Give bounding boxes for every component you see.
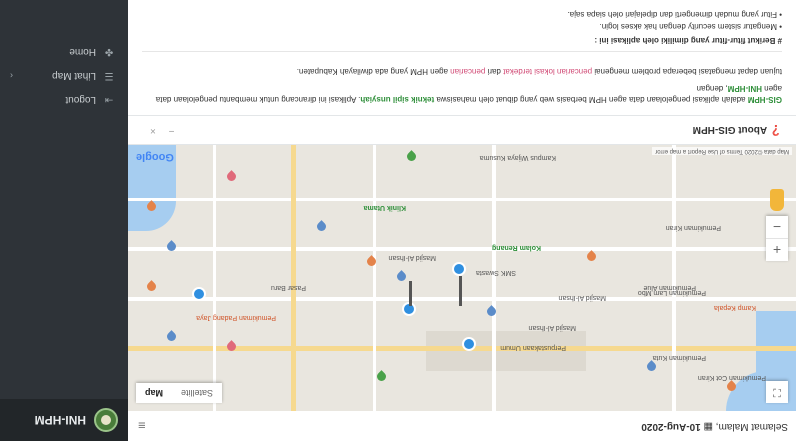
map-label: Perpustakaan Umum — [500, 344, 566, 351]
map-label: Pemukiman Kuta — [652, 354, 706, 361]
road — [373, 145, 376, 411]
agent-marker[interactable] — [452, 262, 466, 276]
top-bar: Selamat Malam, ▦ 10-Aug-2020 ≡ — [128, 410, 796, 441]
map-button[interactable]: Map — [136, 383, 172, 403]
map-label: Pemukiman Lam Mbo — [637, 289, 706, 296]
greeting-text: Selamat Malam, — [712, 421, 788, 432]
about-header: ❓ About GIS-HPM − × — [128, 115, 796, 145]
map-label: Kamp Kepala — [713, 304, 756, 311]
dashboard-icon: ✤ — [104, 46, 114, 58]
purpose-a: tujuan dapat mengatasi beberapa problem … — [592, 67, 782, 76]
sidebar-item-home[interactable]: ✤ Home — [0, 40, 128, 64]
calendar-icon: ▦ — [703, 421, 713, 432]
about-panel: ❓ About GIS-HPM − × GIS-HPM adalah aplik… — [128, 0, 796, 145]
zoom-out-button[interactable]: − — [766, 216, 788, 239]
purpose-d: pencarian — [450, 67, 486, 76]
zoom-in-button[interactable]: + — [766, 239, 788, 261]
fullscreen-button[interactable]: ⛶ — [766, 381, 788, 403]
agent-marker[interactable] — [192, 287, 206, 301]
purpose-e: agen HPM yang ada diwilayah Kabupaten. — [296, 67, 451, 76]
agent-marker[interactable] — [395, 270, 408, 283]
feature-text: Mengatur sistem security dengan hak akse… — [599, 22, 777, 31]
map-label: Pasar Baru — [270, 284, 306, 291]
intro-end: , dengan — [696, 84, 728, 93]
map-label: Klinik Utama — [363, 204, 406, 211]
road — [492, 145, 496, 411]
map-label: Masjid Al-Ihsan — [388, 254, 436, 261]
about-description: GIS-HPM adalah aplikasi pengelolaan data… — [142, 60, 782, 105]
about-title-text: About GIS-HPM — [692, 124, 768, 135]
road — [128, 247, 796, 251]
road — [213, 145, 216, 411]
sidebar-item-lihat-map[interactable]: ☰ Lihat Map ‹ — [0, 64, 128, 88]
about-title: ❓ About GIS-HPM — [693, 124, 782, 135]
chevron-left-icon: ‹ — [10, 71, 13, 81]
sidebar-item-label: Home — [69, 46, 96, 58]
question-circle-icon: ❓ — [769, 124, 782, 135]
purpose-line: tujuan dapat mengatasi beberapa problem … — [142, 66, 782, 77]
agent-marker[interactable] — [585, 250, 598, 263]
agent-marker[interactable] — [375, 370, 388, 383]
purpose-b: pencarian lokasi terdekat — [503, 67, 593, 76]
map-label: Kolam Renang — [491, 244, 541, 251]
app-name: HNI-HPM — [34, 413, 86, 427]
sidebar-item-label: Logout — [65, 94, 96, 106]
list-item: • Fitur yang mudah dimengerti dan dipela… — [567, 10, 783, 19]
feature-text: Fitur yang mudah dimengerti dan dipelaja… — [567, 10, 777, 19]
sidebar: HNI-HPM ⇥ Logout ☰ Lihat Map ‹ ✤ Home — [0, 0, 128, 441]
minimize-button[interactable]: − — [169, 125, 175, 136]
sidebar-item-label: Lihat Map — [52, 70, 96, 82]
zoom-control: + − — [766, 216, 788, 261]
road — [128, 297, 796, 301]
features-list: • Mengatur sistem security dengan hak ak… — [142, 7, 783, 31]
map-label: Masjid Al-Ihsan — [528, 324, 576, 331]
divider — [142, 51, 782, 52]
sidebar-nav: ⇥ Logout ☰ Lihat Map ‹ ✤ Home — [0, 40, 128, 112]
map-label: Kampus Wijaya Kusuma — [479, 154, 556, 161]
purpose-c: dari — [485, 67, 504, 76]
intro-line: GIS-HPM adalah aplikasi pengelolaan data… — [142, 83, 782, 105]
map-attribution[interactable]: Map data ©2020 Terms of Use Report a map… — [652, 147, 792, 155]
map-type-control: Satellite Map — [136, 383, 223, 403]
panel-tools: − × — [140, 125, 174, 136]
map-label: Pemukiman Kiran — [665, 224, 721, 231]
author-highlight: teknik sipil unsyiah — [360, 95, 435, 104]
road — [672, 145, 676, 411]
menu-toggle-icon[interactable]: ≡ — [138, 418, 146, 433]
street-view-pegman-icon[interactable] — [770, 189, 784, 211]
agent-marker[interactable] — [315, 220, 328, 233]
agent-marker[interactable] — [145, 280, 158, 293]
app-name-highlight: GIS-HPM — [747, 95, 782, 104]
close-button[interactable]: × — [150, 125, 156, 136]
agent-highlight: HNI-HPM — [727, 84, 762, 93]
list-item: • Mengatur sistem security dengan hak ak… — [599, 22, 782, 31]
intro-text: adalah aplikasi pengelolaan data agen HP… — [434, 95, 748, 104]
marker-stem — [459, 276, 462, 306]
map-label: Masjid Al-Ihsan — [558, 294, 606, 301]
logout-icon: ⇥ — [104, 94, 114, 106]
agent-marker[interactable] — [645, 360, 658, 373]
agent-marker[interactable] — [405, 150, 418, 163]
main-road — [291, 145, 296, 411]
agent-marker[interactable] — [462, 337, 476, 351]
list-icon: ☰ — [104, 70, 114, 82]
map-label: Pemukiman Padang Jaya — [196, 314, 276, 321]
agent-marker[interactable] — [225, 170, 238, 183]
marker-stem — [409, 281, 412, 306]
google-logo: Google — [136, 151, 174, 163]
user-greeting: Selamat Malam, ▦ 10-Aug-2020 — [641, 421, 788, 432]
current-date: 10-Aug-2020 — [641, 421, 701, 432]
app-logo-icon — [94, 408, 118, 432]
agent-marker[interactable] — [165, 330, 178, 343]
map-area — [426, 331, 586, 371]
road — [128, 198, 796, 201]
features-title: # Berikut fitur-fitur yang dimiliki oleh… — [594, 36, 782, 45]
map-canvas[interactable]: Kampus Wijaya Kusuma Masjid Al-Ihsan SMK… — [128, 145, 796, 411]
brand[interactable]: HNI-HPM — [0, 399, 128, 441]
sidebar-item-logout[interactable]: ⇥ Logout — [0, 88, 128, 112]
map-label: SMK Swasta — [475, 269, 516, 276]
satellite-button[interactable]: Satellite — [172, 383, 223, 403]
